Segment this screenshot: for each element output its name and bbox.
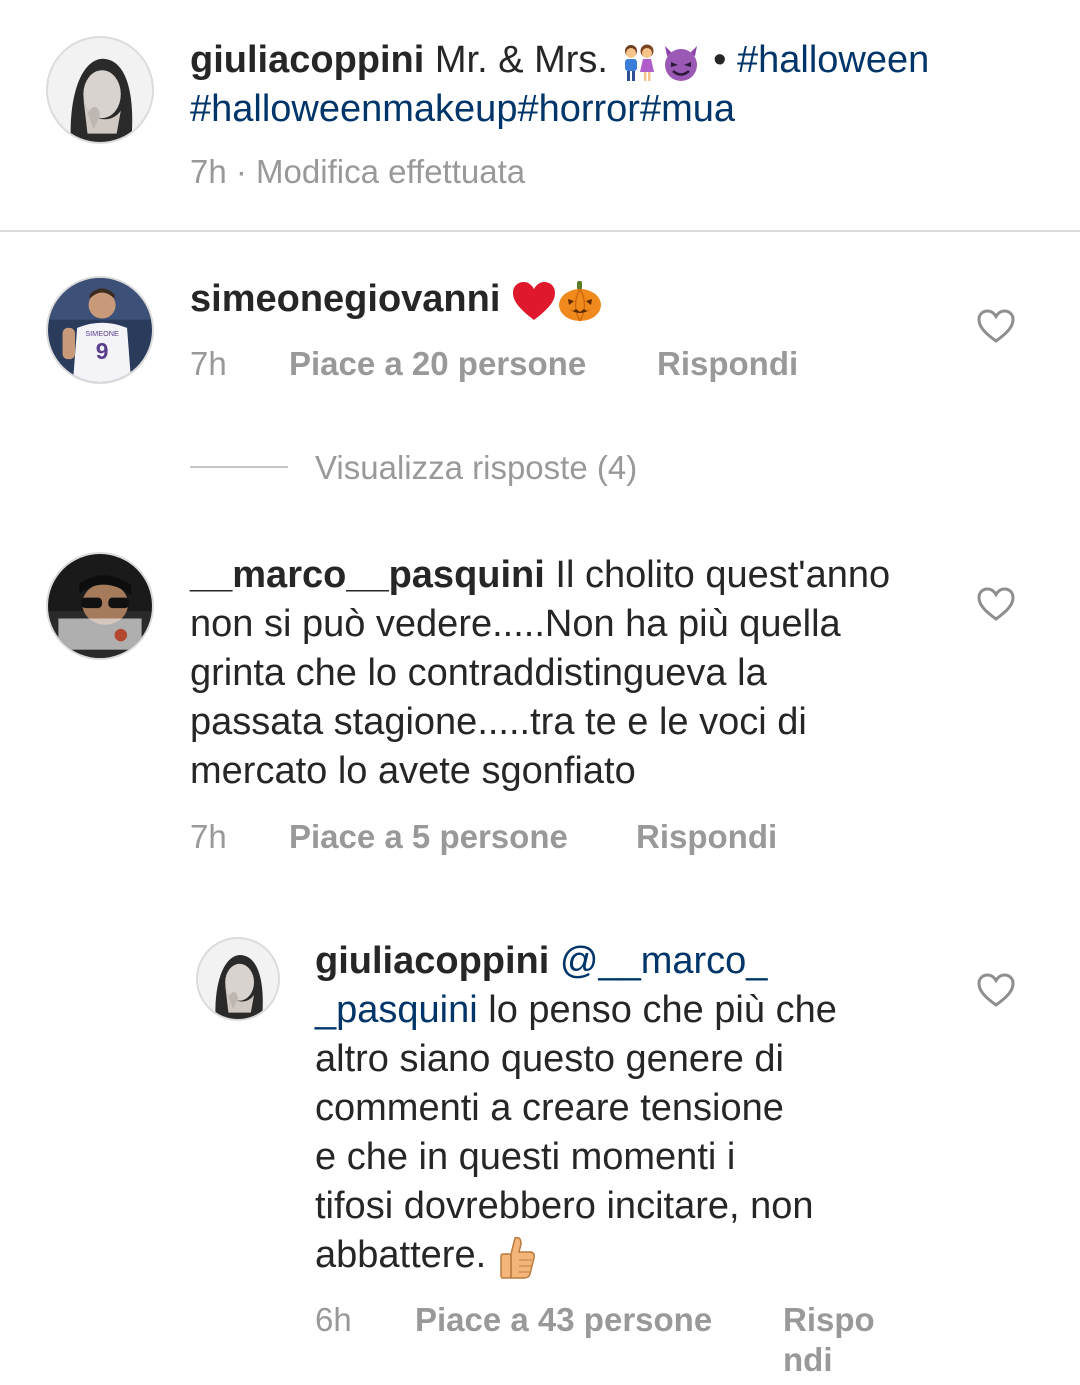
comment-likes[interactable]: Piace a 5 persone [289,817,568,857]
view-replies-link[interactable]: Visualizza risposte (4) [315,448,637,488]
hashtags-line[interactable]: #halloweenmakeup#horror#mua [190,88,735,130]
thumbs-up-emoji-icon [497,1234,537,1280]
caption-divider [0,230,1080,232]
reply-text-line-4: e che in questi momenti i [315,1136,736,1178]
comment-text-line-5: mercato lo avete sgonfiato [190,750,636,792]
reply-text-line-6: abbattere. [315,1234,487,1276]
commenter-avatar[interactable]: SIMEONE 9 [46,276,154,384]
reply-text-line-1: lo penso che più che [488,989,837,1031]
comment-like-button[interactable] [976,308,1016,344]
reply-mention-part-1[interactable]: @__marco_ [560,940,768,982]
reply-like-button[interactable] [976,972,1016,1008]
comment-meta: 7h Piace a 5 persone Rispondi [190,817,950,857]
comment-username[interactable]: __marco__pasquini [190,554,545,596]
commenter-avatar[interactable] [46,552,154,660]
reply-reply-button[interactable]: Rispo ndi [783,1300,875,1380]
reply-username[interactable]: giuliacoppini [315,940,549,982]
reply-likes[interactable]: Piace a 43 persone [415,1300,712,1340]
reply-reply-label-2[interactable]: ndi [783,1341,832,1378]
svg-text:9: 9 [96,338,109,364]
post-author-username[interactable]: giuliacoppini [190,39,424,81]
devil-emoji-icon [659,40,703,84]
comment-reply-button[interactable]: Rispondi [657,344,798,384]
comment-like-button[interactable] [976,586,1016,622]
comment-text-line-4: passata stagione.....tra te e le voci di [190,701,807,743]
post-meta: 7h · Modifica effettuata [190,152,525,192]
comment-text-line-3: grinta che lo contraddistingueva la [190,652,767,694]
red-heart-emoji-icon [511,280,557,322]
reply-mention-part-2[interactable]: _pasquini [315,989,478,1031]
comment-username[interactable]: simeonegiovanni [190,278,500,320]
comment-likes[interactable]: Piace a 20 persone [289,344,586,384]
view-replies-label[interactable]: Visualizza risposte (4) [315,449,637,486]
hashtag-halloween[interactable]: #halloween [737,39,929,81]
couple-emoji-icon [619,42,659,82]
caption-text: Mr. & Mrs. [434,39,608,81]
reply-body: giuliacoppini @__marco_ _pasquini lo pen… [315,937,955,1280]
reply-reply-label-1[interactable]: Rispo [783,1301,875,1338]
post-author-avatar[interactable] [46,36,154,144]
reply-time: 6h [315,1301,352,1338]
comment-body: __marco__pasquini Il cholito quest'anno … [190,551,950,796]
reply-author-avatar[interactable] [196,937,280,1021]
pumpkin-emoji-icon [557,279,603,323]
svg-text:SIMEONE: SIMEONE [85,329,119,338]
view-replies-line [190,466,288,468]
caption-separator: • [713,39,727,81]
reply-meta: 6h Piace a 43 persone Rispo ndi [315,1300,955,1380]
comment-time: 7h [190,818,227,855]
post-caption: giuliacoppini Mr. & Mrs. • #halloween #h… [190,36,1050,134]
comment-text-line-1: Il cholito quest'anno [555,554,891,596]
reply-text-line-3: commenti a creare tensione [315,1087,784,1129]
comment-reply-button[interactable]: Rispondi [636,817,777,857]
post-time: 7h [190,153,227,190]
comment-text-line-2: non si può vedere.....Non ha più quella [190,603,841,645]
reply-text-line-2: altro siano questo genere di [315,1038,784,1080]
comment-meta: 7h Piace a 20 persone Rispondi [190,344,950,384]
post-edited-label: · Modifica effettuata [235,153,526,190]
comment-time: 7h [190,345,227,382]
comment-body: simeonegiovanni [190,275,603,324]
reply-text-line-5: tifosi dovrebbero incitare, non [315,1185,814,1227]
